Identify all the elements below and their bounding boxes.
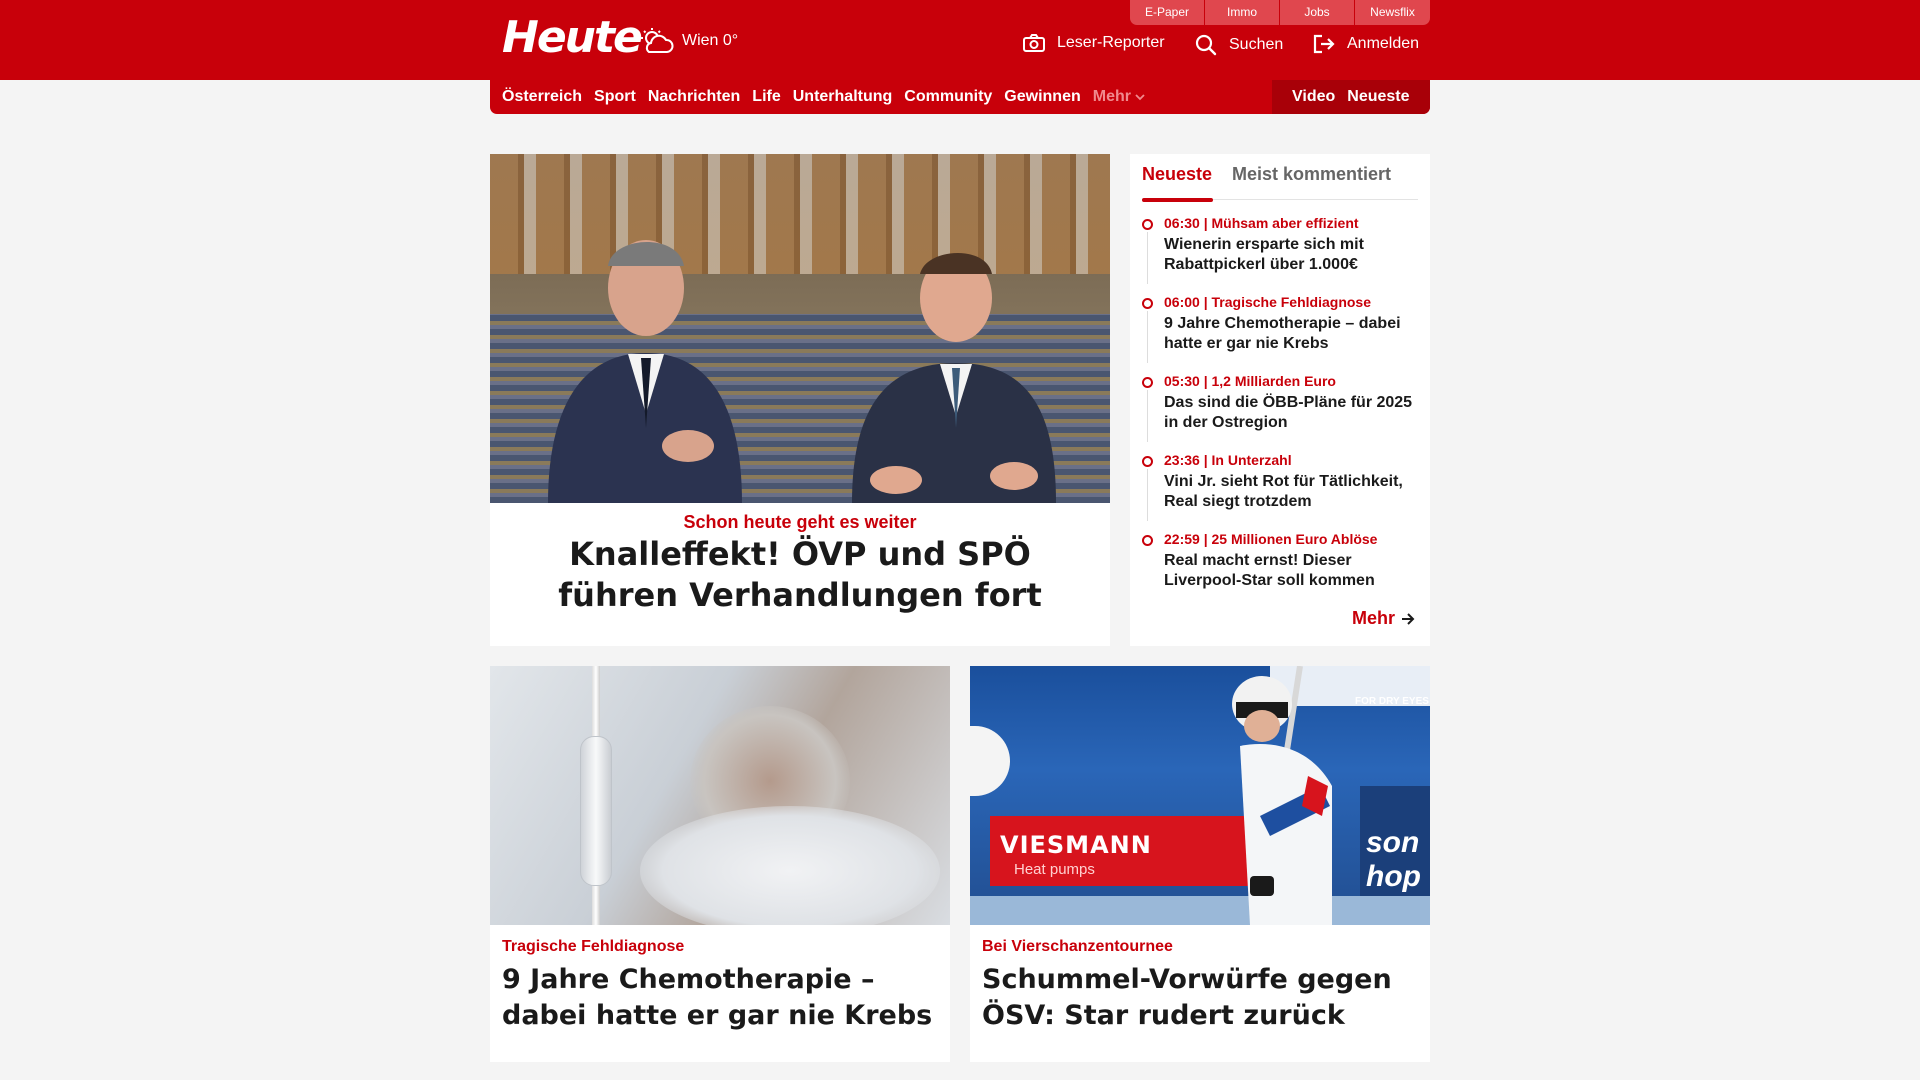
login-label: Anmelden bbox=[1347, 35, 1420, 52]
bed-blur bbox=[640, 806, 940, 925]
article-card-kicker: Tragische Fehldiagnose bbox=[502, 938, 685, 955]
tab-neueste[interactable]: Neueste bbox=[1142, 164, 1214, 202]
hero-kicker: Schon heute geht es weiter bbox=[683, 512, 917, 532]
feed-item-meta: 06:30 | Mühsam aber effizient bbox=[1164, 215, 1359, 231]
politician-left bbox=[548, 240, 742, 503]
timeline-dot bbox=[1142, 377, 1153, 388]
feed-item-title[interactable]: Vini Jr. sieht Rot für Tätlichkeit, Real… bbox=[1164, 472, 1424, 512]
nav-item-video[interactable]: Video bbox=[1292, 88, 1335, 106]
camera-icon bbox=[1023, 34, 1045, 52]
article-card-title[interactable]: Schummel-Vorwürfe gegen ÖSV: Star rudert… bbox=[982, 962, 1418, 1034]
timeline-line bbox=[1147, 232, 1148, 284]
hero-article[interactable]: Schon heute geht es weiter Knalleffekt! … bbox=[490, 154, 1110, 646]
timeline-line bbox=[1147, 469, 1148, 521]
feed-item-title[interactable]: Real macht ernst! Dieser Liverpool-Star … bbox=[1164, 551, 1424, 591]
weather-text: Wien 0° bbox=[682, 32, 739, 49]
news-feed: 06:30 | Mühsam aber effizient Wienerin e… bbox=[1142, 214, 1424, 609]
service-link-immo[interactable]: Immo bbox=[1205, 0, 1280, 25]
sidebar-more-link[interactable]: Mehr bbox=[1352, 608, 1415, 629]
service-link-jobs[interactable]: Jobs bbox=[1280, 0, 1355, 25]
sponsor-board-right-text: son hop bbox=[1366, 826, 1421, 893]
site-header: Heute Wien 0° E-Paper Immo Jobs Newsflix… bbox=[0, 0, 1920, 80]
service-link-newsflix[interactable]: Newsflix bbox=[1355, 0, 1430, 25]
sponsor-banner-subtext: Heat pumps bbox=[1014, 861, 1095, 878]
search-label: Suchen bbox=[1229, 36, 1284, 53]
cloud-sun-icon bbox=[641, 28, 674, 53]
timeline-dot bbox=[1142, 456, 1153, 467]
politician-right bbox=[852, 252, 1056, 503]
article-card-kicker: Bei Vierschanzentournee bbox=[982, 938, 1173, 955]
feed-item[interactable]: 06:00 | Tragische Fehldiagnose 9 Jahre C… bbox=[1142, 293, 1424, 372]
chevron-down-icon bbox=[1135, 93, 1145, 100]
article-card-image[interactable]: FOR DRY EYES VIESMANN Heat pumps son hop bbox=[970, 666, 1430, 925]
timeline-dot bbox=[1142, 219, 1153, 230]
main-navigation: Österreich Sport Nachrichten Life Unterh… bbox=[490, 80, 1430, 114]
weather-widget[interactable]: Wien 0° bbox=[640, 28, 738, 54]
iv-bag bbox=[580, 736, 612, 886]
search-button[interactable]: Suchen bbox=[1195, 34, 1283, 56]
nav-item-sport[interactable]: Sport bbox=[594, 88, 636, 106]
ski-jumper bbox=[1232, 666, 1332, 925]
site-logo[interactable]: Heute bbox=[502, 14, 643, 62]
feed-item-meta: 05:30 | 1,2 Milliarden Euro bbox=[1164, 373, 1336, 389]
search-icon bbox=[1195, 34, 1217, 56]
sidebar-tabs: Neueste Meist kommentiert bbox=[1142, 154, 1418, 202]
feed-item-meta: 22:59 | 25 Millionen Euro Ablöse bbox=[1164, 531, 1378, 547]
login-button[interactable]: Anmelden bbox=[1313, 34, 1419, 54]
article-card[interactable]: Tragische Fehldiagnose 9 Jahre Chemother… bbox=[490, 666, 950, 1062]
tab-meist-kommentiert[interactable]: Meist kommentiert bbox=[1232, 164, 1391, 185]
nav-item-nachrichten[interactable]: Nachrichten bbox=[648, 88, 740, 106]
timeline-dot bbox=[1142, 298, 1153, 309]
ad-board-top-text: FOR DRY EYES bbox=[1355, 696, 1429, 707]
article-card-title[interactable]: 9 Jahre Chemotherapie – dabei hatte er g… bbox=[502, 962, 938, 1034]
hero-headline[interactable]: Knalleffekt! ÖVP und SPÖ führen Verhandl… bbox=[520, 534, 1080, 616]
news-ticker-sidebar: Neueste Meist kommentiert 06:30 | Mühsam… bbox=[1130, 154, 1430, 646]
sponsor-banner-text: VIESMANN bbox=[1000, 831, 1152, 859]
article-card[interactable]: FOR DRY EYES VIESMANN Heat pumps son hop… bbox=[970, 666, 1430, 1062]
feed-item[interactable]: 06:30 | Mühsam aber effizient Wienerin e… bbox=[1142, 214, 1424, 293]
nav-more-label: Mehr bbox=[1092, 88, 1131, 105]
feed-item-title[interactable]: Wienerin ersparte sich mit Rabattpickerl… bbox=[1164, 235, 1424, 275]
feed-item-meta: 06:00 | Tragische Fehldiagnose bbox=[1164, 294, 1371, 310]
feed-item-meta: 23:36 | In Unterzahl bbox=[1164, 452, 1292, 468]
feed-item[interactable]: 05:30 | 1,2 Milliarden Euro Das sind die… bbox=[1142, 372, 1424, 451]
feed-item-title[interactable]: Das sind die ÖBB-Pläne für 2025 in der O… bbox=[1164, 393, 1424, 433]
login-icon bbox=[1313, 34, 1335, 54]
nav-highlight-group: Video Neueste bbox=[1272, 80, 1430, 114]
nav-item-gewinnen[interactable]: Gewinnen bbox=[1004, 88, 1080, 106]
nav-more-dropdown[interactable]: Mehr bbox=[1093, 88, 1145, 106]
article-card-image[interactable] bbox=[490, 666, 950, 925]
sponsor-logo-left bbox=[970, 726, 1010, 796]
arrow-right-icon bbox=[1402, 612, 1415, 625]
sidebar-more-label: Mehr bbox=[1352, 608, 1396, 628]
service-link-epaper[interactable]: E-Paper bbox=[1130, 0, 1205, 25]
leser-reporter-button[interactable]: Leser-Reporter bbox=[1023, 34, 1165, 52]
nav-item-community[interactable]: Community bbox=[904, 88, 992, 106]
feed-item[interactable]: 22:59 | 25 Millionen Euro Ablöse Real ma… bbox=[1142, 530, 1424, 609]
nav-item-life[interactable]: Life bbox=[752, 88, 780, 106]
timeline-line bbox=[1147, 311, 1148, 363]
nav-item-unterhaltung[interactable]: Unterhaltung bbox=[793, 88, 893, 106]
timeline-line bbox=[1147, 390, 1148, 442]
nav-item-neueste[interactable]: Neueste bbox=[1347, 88, 1409, 106]
hero-image[interactable] bbox=[490, 154, 1110, 503]
feed-item[interactable]: 23:36 | In Unterzahl Vini Jr. sieht Rot … bbox=[1142, 451, 1424, 530]
leser-reporter-label: Leser-Reporter bbox=[1057, 34, 1165, 51]
feed-item-title[interactable]: 9 Jahre Chemotherapie – dabei hatte er g… bbox=[1164, 314, 1424, 354]
timeline-dot bbox=[1142, 535, 1153, 546]
nav-item-oesterreich[interactable]: Österreich bbox=[502, 88, 582, 106]
services-menu: E-Paper Immo Jobs Newsflix bbox=[1130, 0, 1430, 25]
